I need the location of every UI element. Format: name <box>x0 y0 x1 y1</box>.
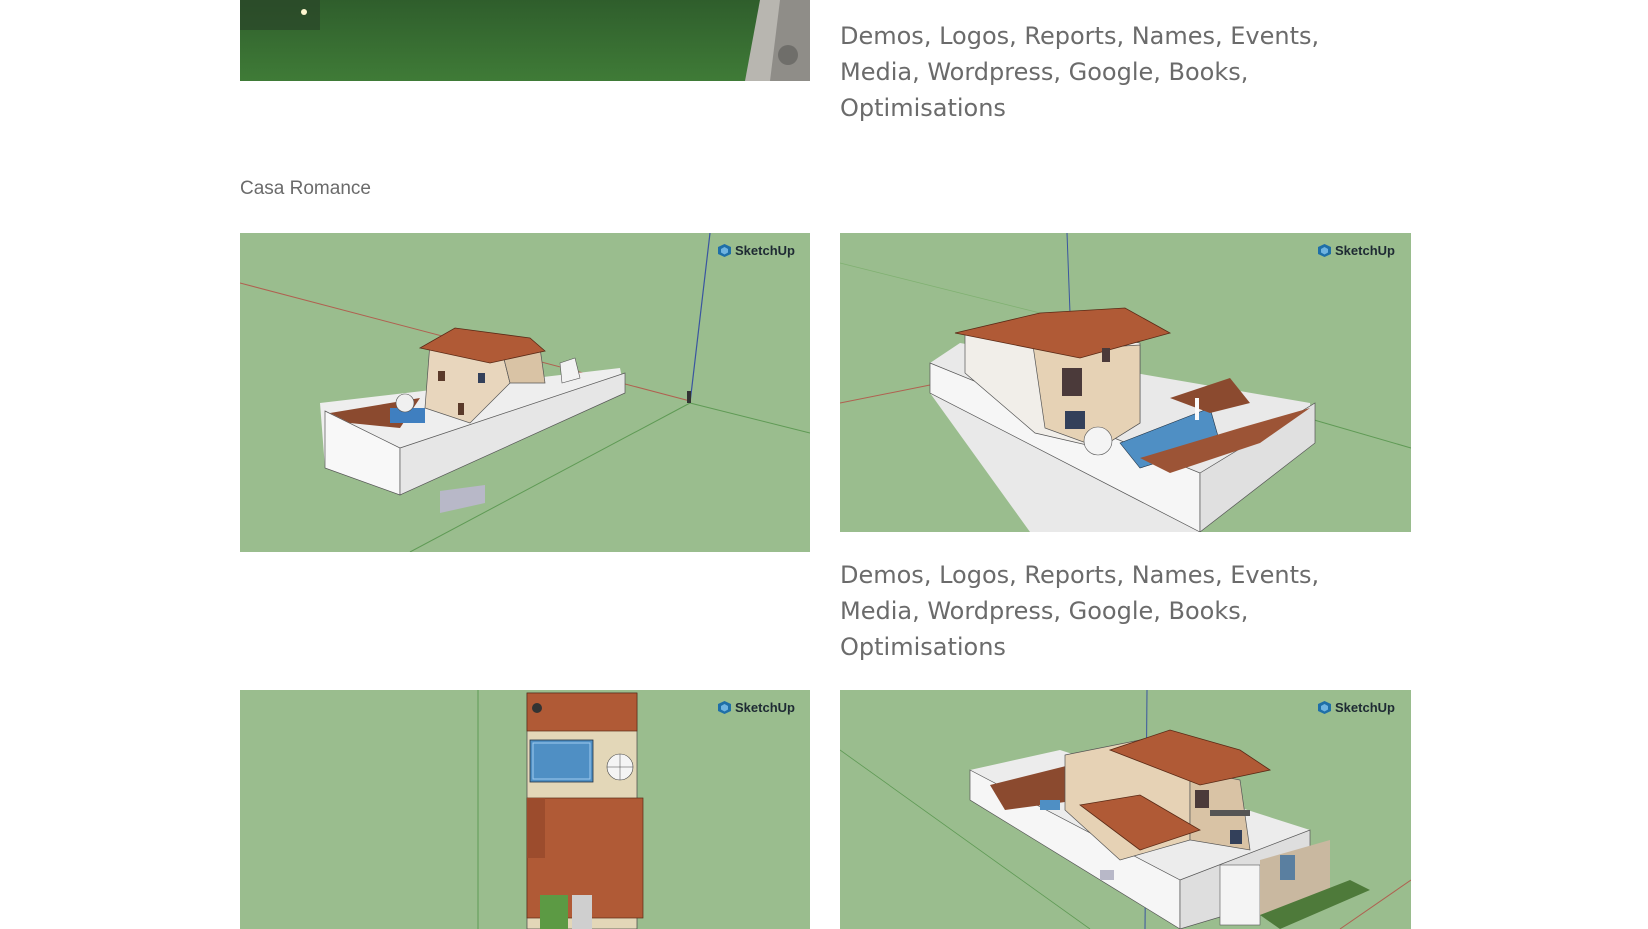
sketchup-watermark-label: SketchUp <box>735 243 795 258</box>
model-view-3[interactable]: SketchUp <box>240 690 810 929</box>
sketchup-logo-icon <box>1318 244 1331 257</box>
top-tags-text: Demos, Logos, Reports, Names, Events, Me… <box>840 22 1320 122</box>
sketchup-watermark: SketchUp <box>718 700 795 715</box>
sketchup-watermark-label: SketchUp <box>735 700 795 715</box>
sketchup-watermark: SketchUp <box>718 243 795 258</box>
sketchup-logo-icon <box>718 244 731 257</box>
gallery-title: Casa Romance <box>240 178 371 199</box>
sketchup-watermark-label: SketchUp <box>1335 700 1395 715</box>
sketchup-watermark: SketchUp <box>1318 700 1395 715</box>
sketchup-watermark: SketchUp <box>1318 243 1395 258</box>
model-view-1[interactable]: SketchUp <box>240 233 810 552</box>
gallery-tags-text: Demos, Logos, Reports, Names, Events, Me… <box>840 561 1320 661</box>
sketchup-logo-icon <box>1318 701 1331 714</box>
model-view-4[interactable]: SketchUp <box>840 690 1411 929</box>
model-view-2[interactable]: SketchUp <box>840 233 1411 532</box>
sketchup-logo-icon <box>718 701 731 714</box>
lawn-photo[interactable] <box>240 0 810 81</box>
sketchup-watermark-label: SketchUp <box>1335 243 1395 258</box>
